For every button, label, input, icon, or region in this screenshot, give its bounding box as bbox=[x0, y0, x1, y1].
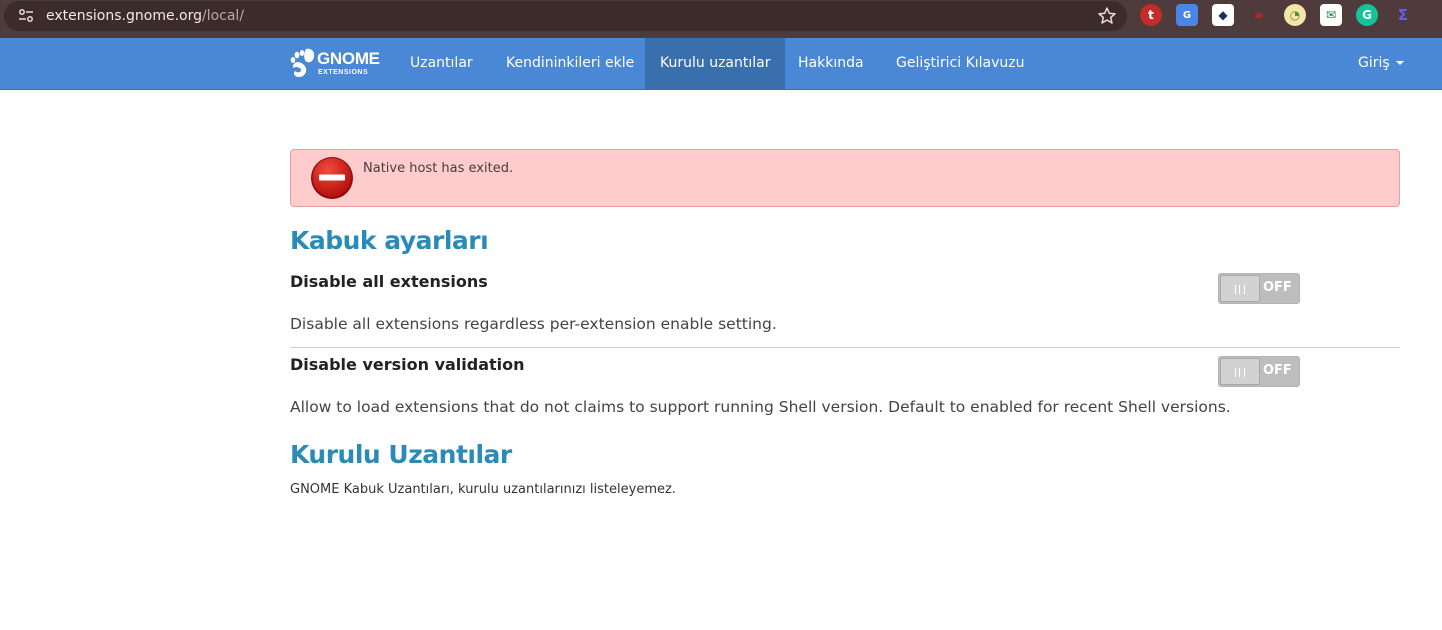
site-info-icon[interactable] bbox=[18, 9, 34, 23]
setting-desc-disable-all: Disable all extensions regardless per-ex… bbox=[290, 315, 777, 333]
extension-arrows-icon[interactable]: » bbox=[1248, 4, 1270, 26]
translate-extension-icon[interactable]: G bbox=[1176, 4, 1198, 26]
setting-desc-version-validation: Allow to load extensions that do not cla… bbox=[290, 398, 1231, 416]
extension-shield-icon[interactable]: ◆ bbox=[1212, 4, 1234, 26]
login-dropdown[interactable]: Giriş bbox=[1344, 38, 1418, 89]
error-stop-icon bbox=[311, 157, 353, 199]
shell-settings-heading: Kabuk ayarları bbox=[290, 226, 489, 255]
gnome-extensions-logo[interactable]: GNOME EXTENSIONS bbox=[289, 46, 381, 82]
grip-icon bbox=[1235, 368, 1245, 377]
url-path: /local/ bbox=[201, 8, 245, 24]
alert-message: Native host has exited. bbox=[363, 161, 514, 176]
nav-installed-extensions[interactable]: Kurulu uzantılar bbox=[645, 38, 786, 89]
installed-extensions-message: GNOME Kabuk Uzantıları, kurulu uzantılar… bbox=[290, 482, 676, 497]
error-alert: Native host has exited. bbox=[290, 149, 1400, 207]
extension-icons: t G ◆ » ◔ ✉ G Σ bbox=[1140, 4, 1414, 26]
toggle-version-validation[interactable]: OFF bbox=[1218, 356, 1300, 387]
extension-mail-icon[interactable]: ✉ bbox=[1320, 4, 1342, 26]
setting-title-version-validation: Disable version validation bbox=[290, 355, 525, 374]
grammarly-icon[interactable]: G bbox=[1356, 4, 1378, 26]
site-navbar: GNOME EXTENSIONS Uzantılar Kendininkiler… bbox=[0, 38, 1442, 90]
toggle-knob bbox=[1220, 275, 1260, 302]
toggle-state-label: OFF bbox=[1263, 363, 1292, 378]
gnome-foot-icon bbox=[290, 48, 315, 77]
toggle-disable-all[interactable]: OFF bbox=[1218, 273, 1300, 304]
nav-about[interactable]: Hakkında bbox=[783, 38, 879, 89]
extension-sigma-icon[interactable]: Σ bbox=[1392, 4, 1414, 26]
bookmark-star-icon[interactable] bbox=[1097, 6, 1117, 26]
browser-toolbar: extensions.gnome.org/local/ t G ◆ » ◔ ✉ … bbox=[0, 0, 1442, 38]
nav-developer-guide[interactable]: Geliştirici Kılavuzu bbox=[881, 38, 1040, 89]
extension-t-icon[interactable]: t bbox=[1140, 4, 1162, 26]
url-host: extensions.gnome.org bbox=[46, 8, 202, 24]
grip-icon bbox=[1235, 285, 1245, 294]
logo-subtext: EXTENSIONS bbox=[318, 69, 369, 76]
logo-text: GNOME bbox=[317, 49, 380, 68]
nav-add-yours[interactable]: Kendininkileri ekle bbox=[491, 38, 649, 89]
address-bar[interactable]: extensions.gnome.org/local/ bbox=[4, 1, 1127, 31]
toggle-knob bbox=[1220, 358, 1260, 385]
caret-down-icon bbox=[1395, 61, 1404, 65]
extension-clock-icon[interactable]: ◔ bbox=[1284, 4, 1306, 26]
installed-extensions-heading: Kurulu Uzantılar bbox=[290, 440, 512, 469]
toggle-state-label: OFF bbox=[1263, 280, 1292, 295]
url-text[interactable]: extensions.gnome.org/local/ bbox=[46, 8, 244, 24]
nav-extensions[interactable]: Uzantılar bbox=[395, 38, 488, 89]
settings-divider bbox=[290, 347, 1400, 348]
setting-title-disable-all: Disable all extensions bbox=[290, 272, 488, 291]
login-label: Giriş bbox=[1358, 55, 1390, 71]
